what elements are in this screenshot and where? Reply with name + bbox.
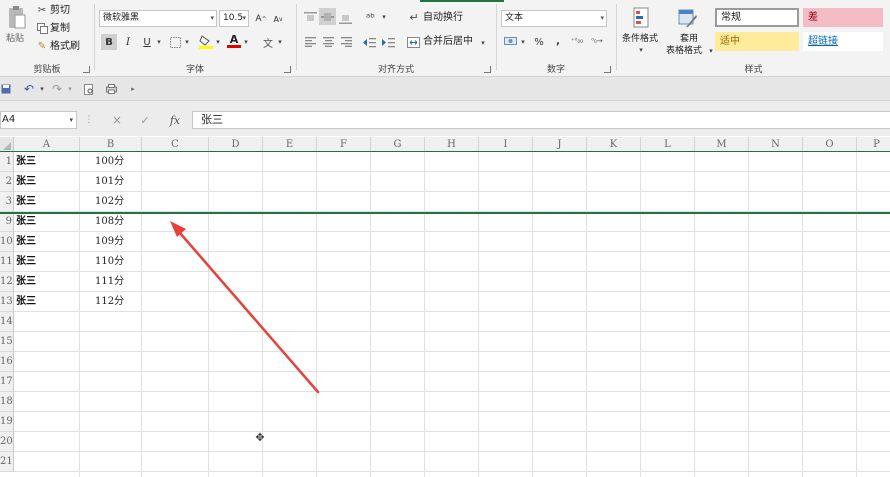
font-color-icon[interactable]: A [226, 32, 242, 49]
cell-style-hyperlink[interactable]: 超链接 [803, 32, 883, 51]
ribbon: 粘贴 ✂ 剪切 复制 ✎ 格式刷 剪贴板 微软雅黑 ▾ 10.5 ▾ A ^ Av B… [0, 0, 890, 77]
confirm-edit-button[interactable]: ✓ [138, 113, 152, 127]
conditional-formatting-icon [631, 6, 653, 30]
conditional-formatting-button[interactable]: 条件格式 [622, 33, 658, 45]
number-group: 文本 ▾ ▾ % , ⁺⁰₀₀ ⁰₀→ 数字 [497, 0, 615, 77]
font-group: 微软雅黑 ▾ 10.5 ▾ A ^ Av B I U ▾ ▾ ▾ A ▾ 文 ▾ 字体 [95, 0, 295, 77]
chevron-down-icon[interactable]: ▾ [637, 46, 645, 54]
number-format-select[interactable]: 文本 ▾ [501, 10, 607, 27]
number-group-label: 数字 [546, 65, 565, 75]
format-painter-icon: ✎ [37, 40, 47, 52]
quick-access-toolbar: ↶ ▾ ↷ ▾ ▸ [0, 77, 890, 101]
align-left-icon[interactable] [303, 35, 317, 49]
chevron-down-icon[interactable]: ▾ [242, 37, 250, 47]
merge-center-icon [406, 35, 421, 49]
print-icon[interactable] [104, 82, 118, 96]
chevron-down-icon[interactable]: ▾ [519, 37, 527, 47]
chevron-down-icon[interactable]: ▾ [183, 37, 191, 47]
shrink-font-button[interactable]: Av [270, 11, 286, 27]
cell-style-normal[interactable]: 常规 [715, 8, 799, 27]
chevron-down-icon[interactable]: ▾ [155, 37, 163, 47]
font-size-select[interactable]: 10.5 ▾ [219, 10, 249, 27]
italic-button[interactable]: I [120, 34, 136, 50]
chevron-down-icon[interactable]: ▾ [479, 38, 487, 48]
align-bottom-icon[interactable] [338, 10, 353, 25]
font-dialog-launcher[interactable] [284, 66, 291, 73]
merge-center-button[interactable]: 合并后居中 [423, 36, 473, 48]
accounting-format-icon[interactable] [503, 34, 517, 48]
alignment-group-label: 对齐方式 [377, 65, 414, 75]
comma-style-button[interactable]: , [550, 33, 566, 49]
align-center-icon[interactable] [321, 35, 335, 49]
copy-icon [36, 22, 48, 34]
align-right-icon[interactable] [339, 35, 353, 49]
cut-icon: ✂ [37, 4, 47, 16]
border-icon[interactable] [168, 35, 182, 49]
format-as-table-icon [677, 6, 699, 30]
increase-decimal-icon[interactable]: ⁺⁰₀₀ [569, 34, 585, 48]
formula-bar: A4 ▾ ⋮ × ✓ fx 张三 [0, 101, 890, 136]
chevron-down-icon[interactable]: ▾ [380, 12, 388, 22]
redo-icon[interactable]: ↷ [50, 82, 64, 96]
font-group-label: 字体 [185, 65, 204, 75]
name-box[interactable]: A4 ▾ [0, 111, 77, 129]
worksheet-grid[interactable]: ABCDEFGHIJKLMNOP 1 张三 100分 2 张三 101分 3 张三 102分 9 张… [0, 137, 890, 477]
print-preview-icon[interactable] [82, 82, 96, 96]
font-family-select[interactable]: 微软雅黑 ▾ [99, 10, 217, 27]
insert-function-button[interactable]: fx [166, 112, 184, 128]
phonetic-guide-button[interactable]: 文 [260, 34, 276, 50]
clipboard-dialog-launcher[interactable] [83, 66, 90, 73]
format-as-table-button[interactable]: 套用 [680, 33, 698, 45]
format-painter-button[interactable]: 格式刷 [50, 41, 80, 53]
chevron-down-icon[interactable]: ▾ [66, 83, 74, 95]
customize-toolbar-icon[interactable]: ▸ [128, 83, 138, 95]
align-top-icon[interactable] [303, 10, 318, 25]
bold-button[interactable]: B [101, 34, 117, 50]
chevron-down-icon[interactable]: ▾ [276, 37, 284, 47]
decrease-decimal-icon[interactable]: ⁰₀→ [589, 34, 605, 48]
cut-button[interactable]: 剪切 [50, 5, 70, 17]
decrease-indent-icon[interactable] [361, 34, 377, 50]
annotation-arrow [170, 221, 320, 394]
clipboard-group-label: 剪贴板 [33, 65, 61, 75]
chevron-down-icon[interactable]: ▾ [38, 83, 46, 95]
increase-indent-icon[interactable] [380, 34, 396, 50]
paste-button[interactable]: 粘贴 [6, 33, 24, 45]
wrap-text-button[interactable]: 自动换行 [423, 12, 463, 24]
chevron-down-icon[interactable]: ▾ [707, 47, 715, 55]
formula-input[interactable]: 张三 [192, 111, 890, 129]
styles-group-label: 样式 [744, 65, 763, 75]
underline-button[interactable]: U [139, 34, 155, 50]
copy-button[interactable]: 复制 [50, 23, 70, 35]
clipboard-group: 粘贴 ✂ 剪切 复制 ✎ 格式刷 剪贴板 [0, 0, 94, 77]
fill-color-icon[interactable] [198, 33, 214, 49]
save-icon[interactable] [0, 82, 12, 96]
format-as-table-label[interactable]: 表格格式 [666, 45, 702, 57]
align-middle-icon[interactable] [319, 8, 336, 25]
styles-group: 条件格式 ▾ 套用 表格格式 ▾ 常规 差 适中 超链接 样式 [617, 0, 890, 77]
alignment-dialog-launcher[interactable] [484, 66, 491, 73]
cell-style-neutral[interactable]: 适中 [715, 32, 799, 51]
more-options-icon[interactable]: ⋮ [85, 113, 94, 127]
grow-font-button[interactable]: A ^ [253, 11, 269, 27]
orientation-icon[interactable]: ᵃᵇ [363, 10, 378, 25]
chevron-down-icon[interactable]: ▾ [214, 37, 222, 47]
percent-style-button[interactable]: % [531, 34, 547, 50]
number-dialog-launcher[interactable] [604, 66, 611, 73]
cancel-edit-button[interactable]: × [110, 113, 124, 127]
undo-icon[interactable]: ↶ [22, 82, 36, 96]
alignment-group: ᵃᵇ ▾ ↵ 自动换行 合并后居中 ▾ 对齐方式 [297, 0, 495, 77]
paste-icon[interactable] [6, 4, 28, 32]
cursor-move-icon: ✥ [255, 430, 265, 444]
cell-style-bad[interactable]: 差 [803, 8, 883, 27]
wrap-text-icon: ↵ [409, 10, 419, 24]
